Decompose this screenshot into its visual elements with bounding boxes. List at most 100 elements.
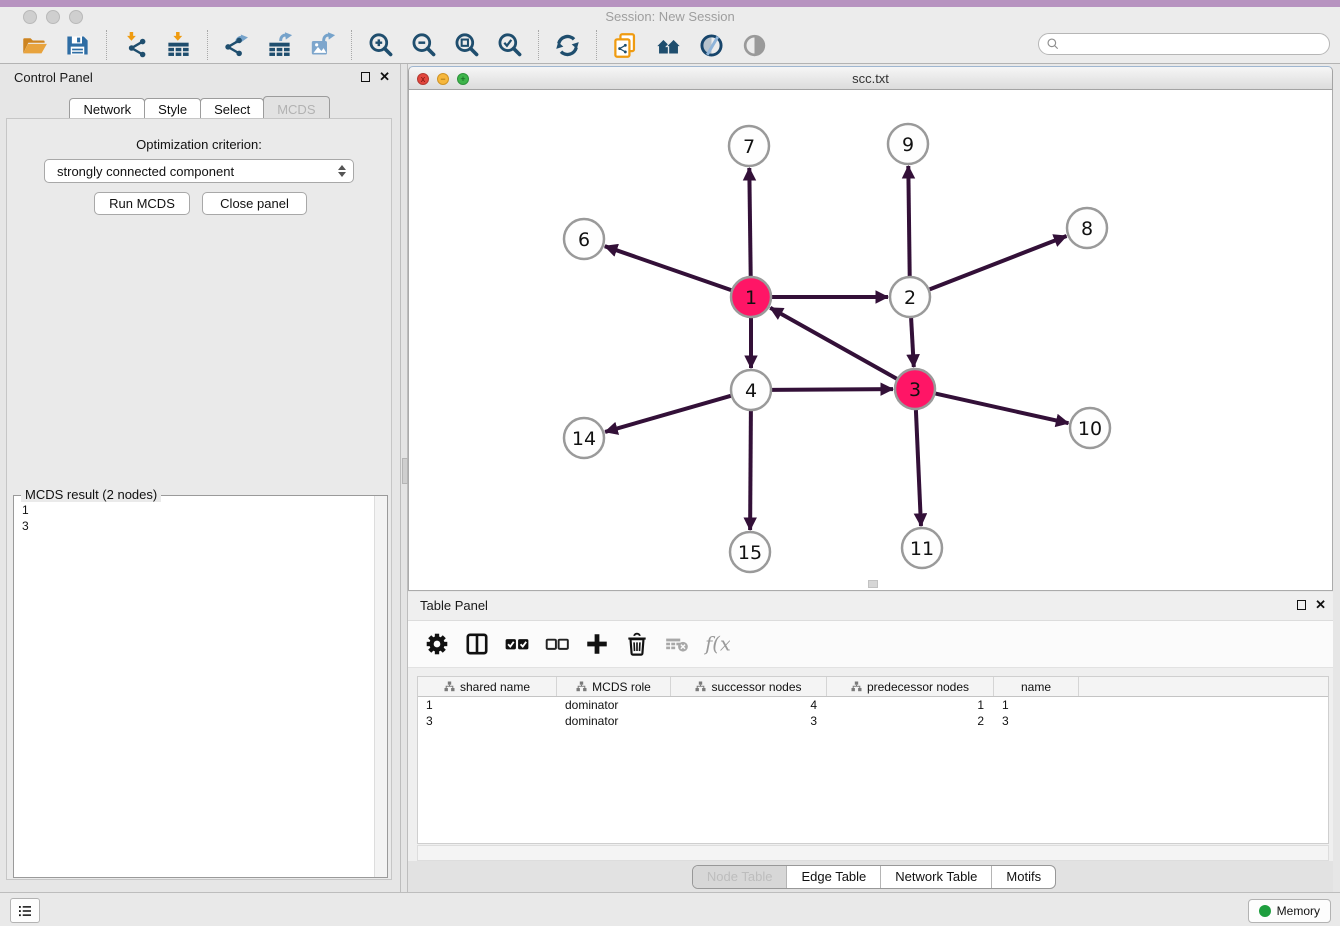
- criterion-select[interactable]: strongly connected component: [44, 159, 354, 183]
- toolbar-group: [207, 30, 351, 60]
- table-row[interactable]: 3dominator323: [418, 713, 1328, 729]
- column-header-successor-nodes[interactable]: successor nodes: [671, 677, 827, 696]
- app-titlebar: Session: New Session: [0, 7, 1340, 27]
- column-header-shared-name[interactable]: shared name: [418, 677, 557, 696]
- network-canvas[interactable]: 7 9 6 8 1 2 4 3 14 10 15 11: [408, 90, 1333, 591]
- open-session-icon[interactable]: [21, 32, 48, 59]
- graph-edge-2-3[interactable]: [911, 318, 914, 367]
- graph-edge-3-10[interactable]: [936, 394, 1069, 424]
- float-panel-icon[interactable]: [361, 72, 370, 82]
- search-input[interactable]: [1060, 35, 1329, 53]
- float-table-panel-icon[interactable]: [1297, 600, 1306, 610]
- search-box[interactable]: [1038, 33, 1330, 55]
- export-table-icon[interactable]: [266, 32, 293, 59]
- window-right-border: [1333, 64, 1340, 892]
- graph-edge-1-6[interactable]: [605, 246, 731, 290]
- zoom-fit-icon[interactable]: [453, 32, 480, 59]
- select-all-icon[interactable]: [504, 631, 530, 657]
- cell-MCDS-role[interactable]: dominator: [557, 697, 671, 713]
- control-panel: Control Panel ✕ NetworkStyleSelectMCDS O…: [0, 64, 400, 892]
- deselect-all-icon[interactable]: [544, 631, 570, 657]
- graph-node-4[interactable]: 4: [731, 370, 771, 410]
- table-row[interactable]: 1dominator411: [418, 697, 1328, 713]
- refresh-icon[interactable]: [554, 32, 581, 59]
- close-panel-button[interactable]: Close panel: [202, 192, 307, 215]
- graph-node-14[interactable]: 14: [564, 418, 604, 458]
- column-header-predecessor-nodes[interactable]: predecessor nodes: [827, 677, 994, 696]
- graph-node-3[interactable]: 3: [895, 369, 935, 409]
- network-window-titlebar[interactable]: x − + scc.txt: [408, 66, 1333, 90]
- hide-details-icon[interactable]: [698, 32, 725, 59]
- graph-node-15[interactable]: 15: [730, 532, 770, 572]
- node-table: shared nameMCDS rolesuccessor nodesprede…: [417, 676, 1329, 844]
- run-mcds-button[interactable]: Run MCDS: [94, 192, 190, 215]
- graph-node-10[interactable]: 10: [1070, 408, 1110, 448]
- cell-name[interactable]: 1: [994, 697, 1079, 713]
- graph-edge-3-1[interactable]: [770, 308, 897, 379]
- toolbar-group: [538, 30, 596, 60]
- graph-node-9[interactable]: 9: [888, 124, 928, 164]
- graph-node-6[interactable]: 6: [564, 219, 604, 259]
- close-panel-icon[interactable]: ✕: [379, 71, 390, 83]
- svg-text:15: 15: [738, 542, 762, 564]
- clone-network-icon[interactable]: [612, 32, 639, 59]
- close-table-panel-icon[interactable]: ✕: [1315, 599, 1326, 611]
- add-icon[interactable]: [584, 631, 610, 657]
- cell-shared-name[interactable]: 1: [418, 697, 557, 713]
- tab-network-table[interactable]: Network Table: [880, 866, 991, 888]
- graph-node-11[interactable]: 11: [902, 528, 942, 568]
- graph-node-7[interactable]: 7: [729, 126, 769, 166]
- cell-MCDS-role[interactable]: dominator: [557, 713, 671, 729]
- export-image-icon[interactable]: [309, 32, 336, 59]
- network-graph: 7 9 6 8 1 2 4 3 14 10 15 11: [409, 90, 1332, 589]
- task-history-button[interactable]: [10, 898, 40, 923]
- cell-predecessor-nodes[interactable]: 1: [827, 697, 994, 713]
- control-panel-title: Control Panel: [14, 70, 93, 85]
- table-hscrollbar[interactable]: [417, 845, 1329, 861]
- graph-node-2[interactable]: 2: [890, 277, 930, 317]
- graph-edge-2-9[interactable]: [908, 166, 909, 276]
- graph-edge-2-8[interactable]: [930, 236, 1067, 289]
- graph-edge-4-3[interactable]: [772, 389, 893, 390]
- column-layout-icon[interactable]: [464, 631, 490, 657]
- graph-edge-3-11[interactable]: [916, 410, 921, 526]
- save-session-icon[interactable]: [64, 32, 91, 59]
- window-resize-grip[interactable]: [868, 580, 878, 588]
- tab-motifs[interactable]: Motifs: [991, 866, 1055, 888]
- toolbar-icon-groups: [0, 27, 783, 63]
- zoom-in-icon[interactable]: [367, 32, 394, 59]
- zoom-out-icon[interactable]: [410, 32, 437, 59]
- window-top-accent: [0, 0, 1340, 7]
- first-neighbors-icon[interactable]: [655, 32, 682, 59]
- export-network-icon[interactable]: [223, 32, 250, 59]
- panel-split-divider[interactable]: [400, 64, 408, 892]
- svg-text:4: 4: [745, 380, 757, 402]
- graph-edge-1-7[interactable]: [749, 168, 750, 276]
- show-graphics-icon[interactable]: [741, 32, 768, 59]
- memory-status-icon: [1259, 905, 1271, 917]
- zoom-selected-icon[interactable]: [496, 32, 523, 59]
- graph-node-1[interactable]: 1: [731, 277, 771, 317]
- tab-edge-table[interactable]: Edge Table: [786, 866, 880, 888]
- graph-edge-4-14[interactable]: [605, 396, 731, 432]
- result-scrollbar[interactable]: [374, 496, 387, 877]
- svg-text:3: 3: [909, 379, 921, 401]
- import-network-icon[interactable]: [122, 32, 149, 59]
- graph-node-8[interactable]: 8: [1067, 208, 1107, 248]
- cell-successor-nodes[interactable]: 3: [671, 713, 827, 729]
- table-rows: 1dominator4113dominator323: [418, 697, 1328, 729]
- memory-button[interactable]: Memory: [1248, 899, 1331, 923]
- cell-predecessor-nodes[interactable]: 2: [827, 713, 994, 729]
- delete-icon[interactable]: [624, 631, 650, 657]
- tab-node-table[interactable]: Node Table: [693, 866, 787, 888]
- cell-name[interactable]: 3: [994, 713, 1079, 729]
- column-header-MCDS-role[interactable]: MCDS role: [557, 677, 671, 696]
- table-toolbar: f(x): [408, 620, 1333, 668]
- settings-icon[interactable]: [424, 631, 450, 657]
- import-table-icon[interactable]: [165, 32, 192, 59]
- cell-successor-nodes[interactable]: 4: [671, 697, 827, 713]
- column-header-name[interactable]: name: [994, 677, 1079, 696]
- graph-edge-4-15[interactable]: [750, 411, 751, 530]
- toolbar-group: [596, 30, 783, 60]
- cell-shared-name[interactable]: 3: [418, 713, 557, 729]
